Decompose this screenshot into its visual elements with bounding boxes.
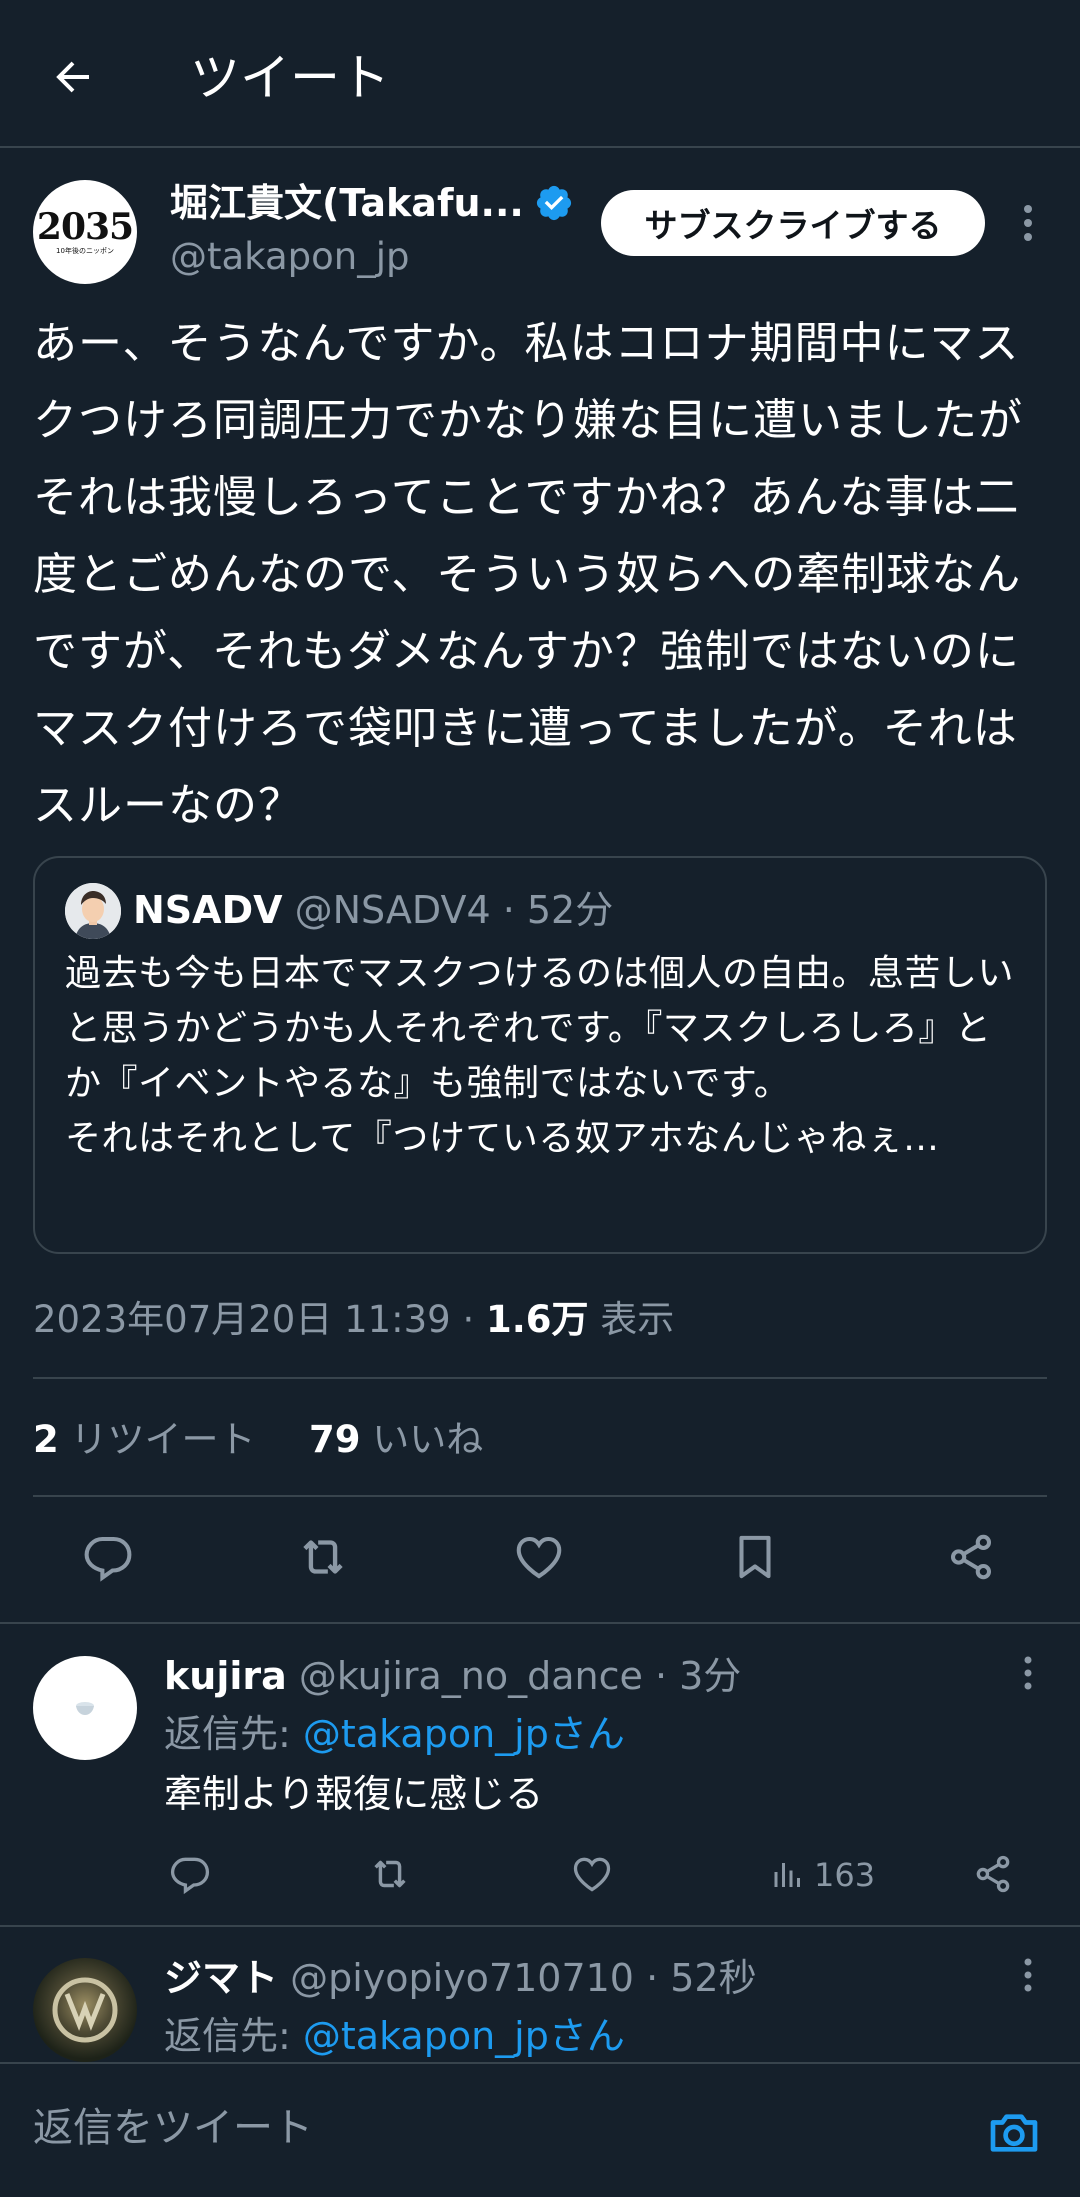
reply-text: 牽制より報復に感じる [164,1772,544,1816]
tweet-timestamp: 2023年07月20日 11:39 · 1.6万 表示 [33,1290,674,1350]
retweet-icon [303,1540,343,1574]
like-label: いいね [360,1418,484,1461]
reply-reply-button[interactable] [162,1846,218,1902]
author-handle[interactable]: @takapon_jp [170,232,409,282]
reply-author-name[interactable]: ジマト [164,1956,278,2000]
reply-icon [170,1857,210,1895]
bookmark-icon [739,1535,771,1579]
actions-divider [0,1622,1080,1624]
share-icon [976,1855,1010,1893]
quote-handle-time: @NSADV4 · 52分 [282,888,614,932]
bookmark-button[interactable] [723,1525,787,1589]
reply-compose-input[interactable]: 返信をツイート [33,2098,313,2158]
reply-button[interactable] [76,1525,140,1589]
reply-retweet-button[interactable] [362,1846,418,1902]
reply-icon [84,1536,132,1582]
reply-more-button[interactable] [1010,1648,1046,1698]
more-vertical-icon [1024,1958,1032,1992]
share-button[interactable] [939,1525,1003,1589]
camera-icon [990,2114,1038,2152]
avatar-logo-text: 2035 [36,205,134,248]
reply-views-button[interactable]: 163 [770,1850,875,1900]
author-name[interactable]: 堀江貴文(Takafu... [170,178,574,228]
share-icon [950,1534,992,1580]
retweet-stat[interactable]: 2 リツイート [33,1418,256,1461]
reply-like-button[interactable] [564,1846,620,1902]
more-vertical-icon [1024,205,1032,241]
reply-to-line: 返信先: @takapon_jpさん [164,1706,625,1762]
like-button[interactable] [507,1525,571,1589]
verified-badge-icon [536,185,571,221]
reply-author-name[interactable]: kujira [164,1654,287,1698]
bar-chart-icon [774,1863,800,1887]
reply-to-line: 返信先: @takapon_jpさん [164,2008,625,2064]
tweet-text: あー、そうなんですか。私はコロナ期間中にマスクつけろ同調圧力でかなり嫌な目に遭い… [33,318,1023,831]
page-title: ツイート [190,49,390,107]
reply-to-link[interactable]: @takapon_jpさん [303,2014,625,2058]
subscribe-button[interactable]: サブスクライブする [601,190,985,256]
meta-divider [33,1377,1047,1379]
reply-header: ジマト @piyopiyo710710 · 52秒 [164,1950,757,2006]
quote-header: NSADV @NSADV4 · 52分 [133,882,613,938]
like-count: 79 [309,1418,361,1461]
retweet-button[interactable] [291,1525,355,1589]
quote-author-name: NSADV [133,888,283,932]
engagement-stats: 2 リツイート 79 いいね [33,1410,483,1470]
reply-header: kujira @kujira_no_dance · 3分 [164,1648,741,1704]
reply-to-prefix: 返信先: [164,2014,303,2058]
heart-icon [573,1857,611,1892]
reply-compose-bar: 返信をツイート [0,2062,1080,2197]
author-avatar[interactable]: 2035 10年後のニッポン [33,180,137,284]
reply-to-prefix: 返信先: [164,1712,303,1756]
views-label: 表示 [588,1298,675,1341]
header-divider [0,146,1080,148]
top-app-bar: ツイート [0,0,1080,148]
avatar-logo-subtext: 10年後のニッポン [56,246,114,255]
arrow-left-icon [56,61,89,93]
reply-handle-time: @kujira_no_dance · 3分 [286,1654,742,1698]
reply-more-button[interactable] [1010,1950,1046,2000]
quote-text: 過去も今も日本でマスクつけるのは個人の自由。息苦しいと思うかどうかも人それぞれで… [65,953,1015,1159]
bowl-icon [76,1702,94,1715]
car-emblem-icon [52,1977,118,2043]
reply-avatar-kujira[interactable] [33,1656,137,1760]
stats-divider [33,1495,1047,1497]
camera-button[interactable] [985,2104,1043,2162]
reply-share-button[interactable] [965,1846,1021,1902]
reply-handle-time: @piyopiyo710710 · 52秒 [278,1956,757,2000]
back-button[interactable] [40,44,106,110]
more-vertical-icon [1024,1656,1032,1690]
heart-icon [516,1536,562,1579]
tweet-datetime: 2023年07月20日 11:39 · [33,1298,486,1341]
reply-avatar-jimato[interactable] [33,1958,137,2062]
tweet-more-button[interactable] [1010,198,1046,248]
author-name-text: 堀江貴文(Takafu... [170,181,524,225]
reply-views-count: 163 [814,1856,876,1894]
like-stat[interactable]: 79 いいね [309,1418,483,1461]
retweet-label: リツイート [58,1418,256,1461]
quote-author-avatar [65,883,121,939]
reply-to-link[interactable]: @takapon_jpさん [303,1712,625,1756]
retweet-count: 2 [33,1418,59,1461]
person-avatar-icon [65,883,121,939]
views-count: 1.6万 [486,1298,589,1341]
reply-divider [0,1925,1080,1927]
retweet-icon [374,1860,406,1888]
quoted-tweet-card[interactable]: NSADV @NSADV4 · 52分 過去も今も日本でマスクつけるのは個人の自… [33,856,1047,1254]
